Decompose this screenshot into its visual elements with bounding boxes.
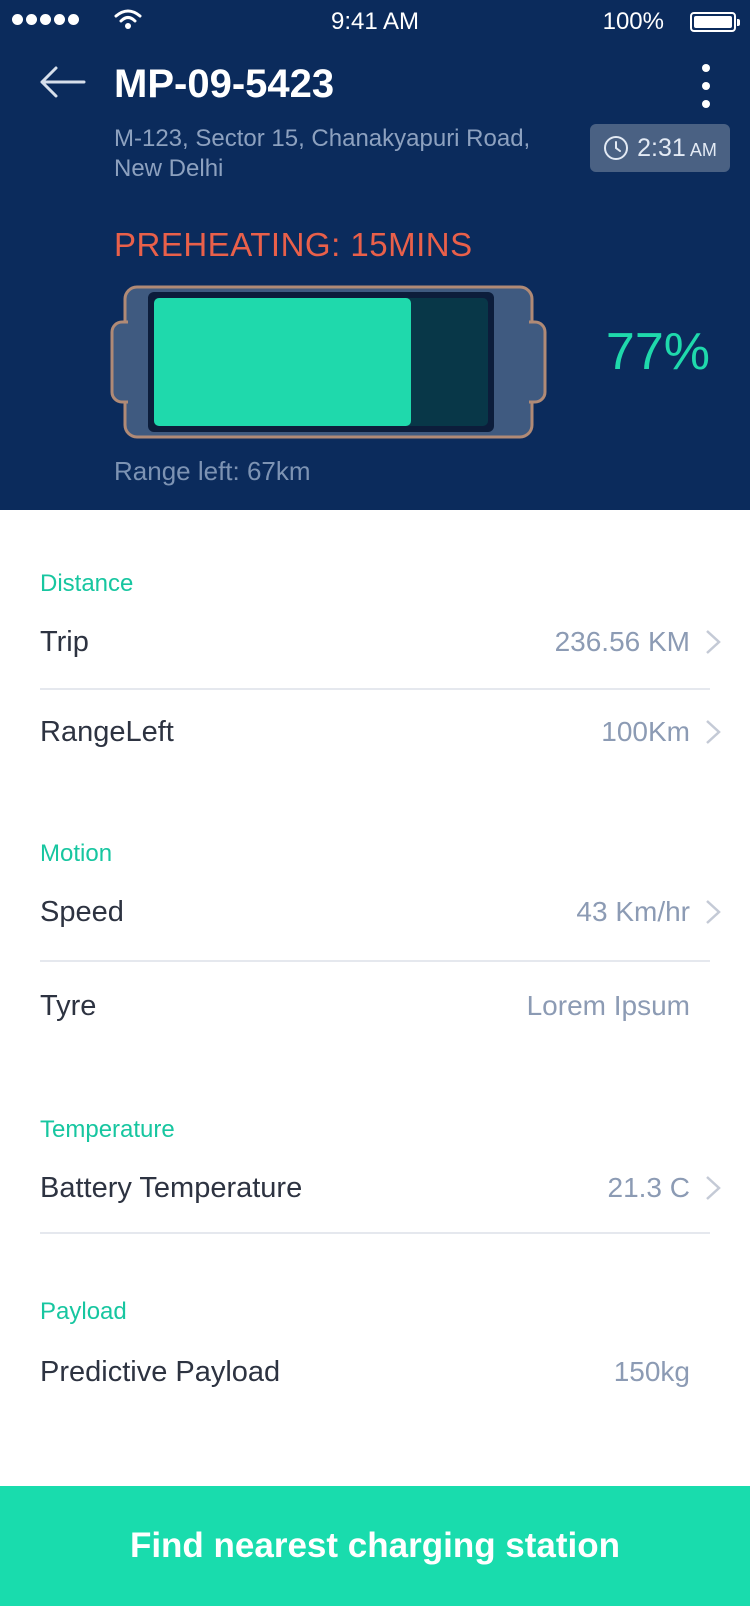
row-value: 43 Km/hr xyxy=(576,896,690,927)
row-battery-temperature[interactable]: Battery Temperature 21.3 C xyxy=(40,1158,750,1218)
row-value: Lorem Ipsum xyxy=(526,990,690,1021)
divider xyxy=(40,960,710,962)
vehicle-address: M-123, Sector 15, Chanakyapuri Road, New… xyxy=(114,125,531,182)
chevron-right-icon xyxy=(706,1176,721,1200)
row-range-left[interactable]: RangeLeft 100Km xyxy=(40,702,750,762)
row-value: 21.3 C xyxy=(607,1172,691,1203)
battery-status-icon xyxy=(690,12,740,32)
section-title-temperature: Temperature xyxy=(40,1116,175,1143)
chevron-right-icon xyxy=(706,720,721,744)
row-label: Battery Temperature xyxy=(40,1172,303,1204)
clock-icon xyxy=(604,136,629,160)
row-speed[interactable]: Speed 43 Km/hr xyxy=(40,882,750,942)
row-label: Trip xyxy=(40,626,89,658)
divider xyxy=(40,1232,710,1234)
back-arrow-icon[interactable] xyxy=(38,64,88,100)
divider xyxy=(40,688,710,690)
time-chip-time: 2:31 xyxy=(637,133,686,162)
section-title-distance: Distance xyxy=(40,570,134,597)
battery-charge-fill xyxy=(154,298,411,426)
row-predictive-payload: Predictive Payload 150kg xyxy=(40,1342,750,1402)
row-label: Predictive Payload xyxy=(40,1356,281,1388)
vehicle-id-title: MP-09-5423 xyxy=(114,62,335,106)
section-title-payload: Payload xyxy=(40,1298,127,1325)
chevron-right-icon xyxy=(706,900,721,924)
header-panel: 9:41 AM 100% MP-09-5423 M-123, Sector 15… xyxy=(0,0,750,510)
row-tyre: Tyre Lorem Ipsum xyxy=(40,976,750,1036)
row-value: 150kg xyxy=(613,1356,690,1387)
row-value: 236.56 KM xyxy=(554,626,690,657)
find-charging-station-button[interactable]: Find nearest charging station xyxy=(0,1486,750,1606)
time-chip: 2:31 AM xyxy=(590,124,730,172)
battery-level-graphic xyxy=(110,285,547,439)
more-menu-icon[interactable] xyxy=(696,64,716,108)
range-left-text: Range left: 67km xyxy=(114,456,311,486)
charge-percent: 77% xyxy=(605,323,710,381)
row-label: RangeLeft xyxy=(40,716,174,748)
chevron-right-icon xyxy=(706,630,721,654)
status-bar: 9:41 AM 100% xyxy=(0,0,750,44)
row-trip[interactable]: Trip 236.56 KM xyxy=(40,612,750,672)
row-label: Tyre xyxy=(40,990,97,1022)
row-label: Speed xyxy=(40,896,124,928)
time-chip-ampm: AM xyxy=(689,139,717,160)
status-battery-percent: 100% xyxy=(602,8,664,35)
section-title-motion: Motion xyxy=(40,840,113,867)
row-value: 100Km xyxy=(601,716,690,747)
preheating-status: PREHEATING: 15MINS xyxy=(114,226,473,263)
